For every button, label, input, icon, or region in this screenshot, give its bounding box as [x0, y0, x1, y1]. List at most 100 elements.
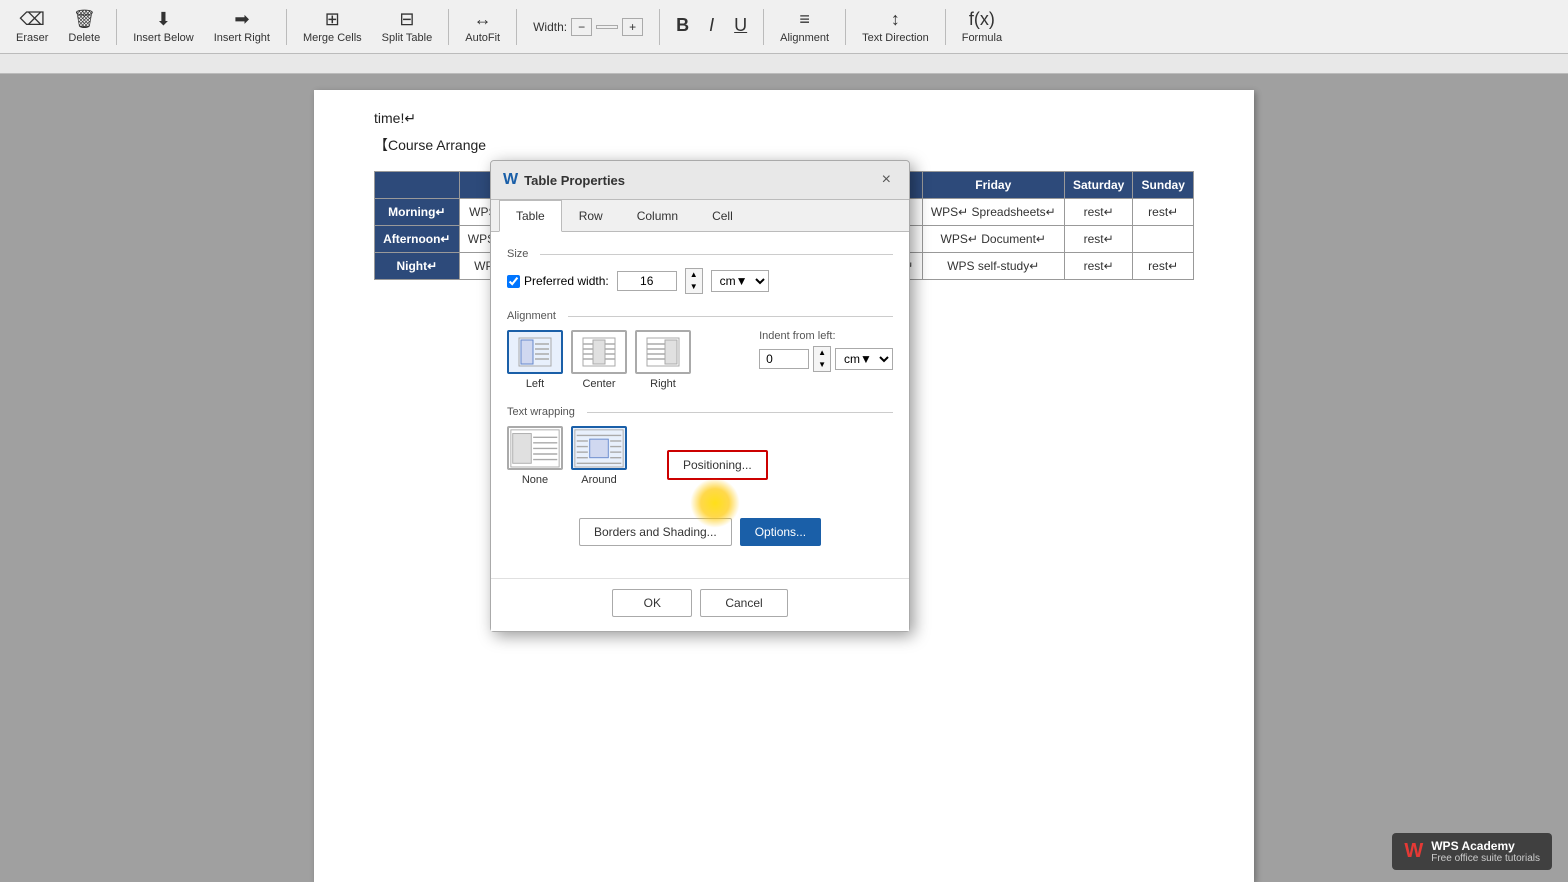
insert-below-icon: ⬇ [156, 9, 171, 30]
cell-sat-morning: rest↵ [1064, 199, 1133, 226]
width-label: Width: [533, 20, 567, 34]
table-header-saturday: Saturday [1064, 172, 1133, 199]
wps-text: WPS Academy Free office suite tutorials [1431, 839, 1540, 864]
sep7 [845, 9, 846, 45]
borders-shading-button[interactable]: Borders and Shading... [579, 518, 732, 546]
cell-fri-night: WPS self-study↵ [922, 253, 1064, 280]
options-button[interactable]: Options... [740, 518, 821, 546]
bold-button[interactable]: B [668, 11, 697, 42]
width-spin[interactable]: ▲ ▼ [685, 268, 703, 294]
doc-para-1: 【Course Arrange [374, 135, 1194, 155]
sep6 [763, 9, 764, 45]
alignment-row: Left [507, 330, 893, 390]
secondary-buttons-row: Borders and Shading... Options... [507, 518, 893, 546]
insert-right-icon: ➡ [234, 9, 249, 30]
toolbar: ⌫ Eraser 🗑 Delete ⬇ Insert Below ➡ Inser… [0, 0, 1568, 54]
merge-cells-button[interactable]: ⊞ Merge Cells [295, 5, 370, 48]
insert-below-button[interactable]: ⬇ Insert Below [125, 5, 202, 48]
alignment-button[interactable]: ≡ Alignment [772, 5, 837, 48]
formula-button[interactable]: f(x) Formula [954, 5, 1010, 48]
tab-cell[interactable]: Cell [695, 200, 750, 232]
sep1 [116, 9, 117, 45]
indent-input[interactable] [759, 349, 809, 369]
cancel-button[interactable]: Cancel [700, 589, 787, 617]
width-plus[interactable]: + [622, 18, 643, 36]
sep3 [448, 9, 449, 45]
morning-header: Morning↵ [375, 199, 460, 226]
dialog-footer: OK Cancel [491, 578, 909, 631]
sep8 [945, 9, 946, 45]
table-header-empty [375, 172, 460, 199]
split-table-icon: ⊟ [399, 9, 414, 30]
autofit-button[interactable]: ↔ AutoFit [457, 5, 508, 48]
width-minus[interactable]: − [571, 18, 592, 36]
align-right-button[interactable]: Right [635, 330, 691, 390]
formula-icon: f(x) [969, 9, 995, 30]
wps-watermark: W WPS Academy Free office suite tutorial… [1392, 833, 1552, 870]
dialog-tabs: Table Row Column Cell [491, 200, 909, 232]
align-center-label: Center [582, 378, 615, 390]
dialog-title: W Table Properties [503, 171, 625, 189]
align-center-icon [571, 330, 627, 374]
wrap-around-button[interactable]: Around [571, 426, 627, 486]
cell-sat-afternoon: rest↵ [1064, 226, 1133, 253]
underline-icon: U [734, 15, 747, 36]
indent-spin-up[interactable]: ▲ [814, 347, 830, 359]
insert-right-button[interactable]: ➡ Insert Right [206, 5, 278, 48]
tab-table[interactable]: Table [499, 200, 562, 232]
sep5 [659, 9, 660, 45]
indent-spin-down[interactable]: ▼ [814, 359, 830, 371]
merge-cells-icon: ⊞ [325, 9, 340, 30]
width-value-input[interactable] [617, 271, 677, 291]
dialog-titlebar: W Table Properties × [491, 161, 909, 200]
doc-text-1: time!↵ [374, 110, 1194, 127]
spin-down[interactable]: ▼ [686, 281, 702, 293]
size-row: Preferred width: ▲ ▼ cm▼ % [507, 268, 893, 294]
align-right-icon [635, 330, 691, 374]
wrap-none-svg [509, 428, 561, 469]
split-table-button[interactable]: ⊟ Split Table [374, 5, 441, 48]
table-properties-dialog: W Table Properties × Table Row Column Ce… [490, 160, 910, 632]
alignment-icon: ≡ [799, 9, 810, 30]
indent-row: ▲ ▼ cm▼ [759, 346, 893, 372]
unit-select[interactable]: cm▼ % [711, 270, 769, 292]
indent-unit-select[interactable]: cm▼ [835, 348, 893, 370]
dialog-title-icon: W [503, 171, 518, 189]
tab-row[interactable]: Row [562, 200, 620, 232]
dialog-title-text: Table Properties [524, 173, 625, 188]
spin-up[interactable]: ▲ [686, 269, 702, 281]
align-center-svg [581, 336, 617, 368]
wrap-none-button[interactable]: None [507, 426, 563, 486]
ruler: |6| |4| |2| 2 | 4 | 6 | 8 | 10 | 12 | 14… [0, 54, 1568, 74]
indent-label: Indent from left: [759, 330, 893, 342]
delete-button[interactable]: 🗑 Delete [60, 5, 108, 48]
bold-icon: B [676, 15, 689, 36]
indent-spin[interactable]: ▲ ▼ [813, 346, 831, 372]
dialog-body: Size Preferred width: ▲ ▼ cm▼ % Alignmen… [491, 232, 909, 578]
cell-sat-night: rest↵ [1064, 253, 1133, 280]
align-center-button[interactable]: Center [571, 330, 627, 390]
autofit-icon: ↔ [474, 9, 492, 30]
text-direction-button[interactable]: ↕ Text Direction [854, 5, 937, 48]
align-left-svg [517, 336, 553, 368]
wrap-none-label: None [522, 474, 548, 486]
align-left-button[interactable]: Left [507, 330, 563, 390]
align-right-svg [645, 336, 681, 368]
wrap-around-label: Around [581, 474, 616, 486]
align-right-label: Right [650, 378, 676, 390]
italic-button[interactable]: I [701, 11, 722, 42]
wrap-options: None [507, 426, 627, 486]
eraser-button[interactable]: ⌫ Eraser [8, 5, 56, 48]
cell-sun-morning: rest↵ [1133, 199, 1194, 226]
underline-button[interactable]: U [726, 11, 755, 42]
tab-column[interactable]: Column [620, 200, 695, 232]
dialog-close-button[interactable]: × [876, 169, 897, 191]
positioning-button[interactable]: Positioning... [667, 450, 768, 480]
width-control[interactable]: Width: − + [525, 14, 651, 40]
cell-fri-morning: WPS↵ Spreadsheets↵ [922, 199, 1064, 226]
preferred-width-checkbox[interactable] [507, 275, 520, 288]
cell-fri-afternoon: WPS↵ Document↵ [922, 226, 1064, 253]
ok-button[interactable]: OK [612, 589, 692, 617]
size-section-label: Size [507, 248, 893, 260]
preferred-width-checkbox-label[interactable]: Preferred width: [507, 274, 609, 288]
